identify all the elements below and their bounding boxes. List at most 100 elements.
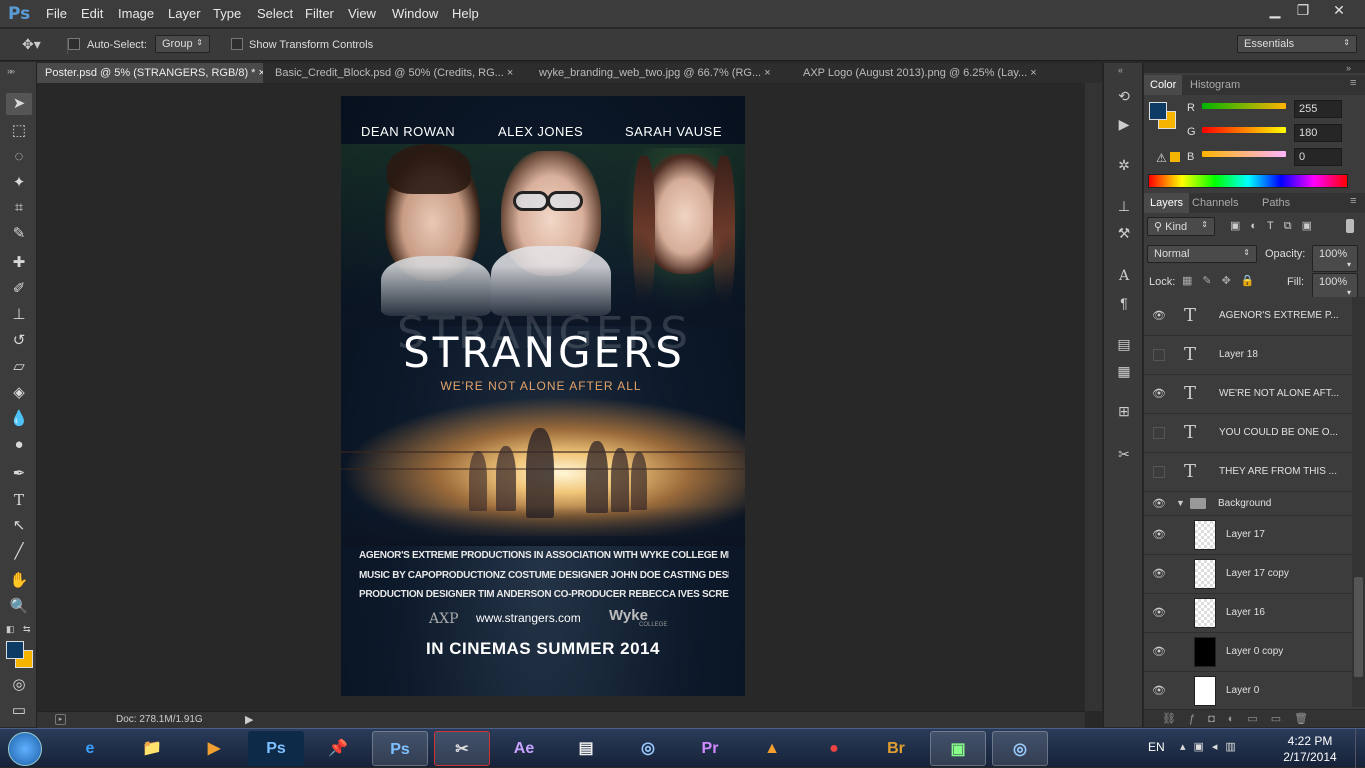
taskbar-photoshop-open-icon[interactable]: Ps <box>372 731 428 766</box>
tab-close-icon[interactable]: × <box>507 67 513 79</box>
tab-axp-logo[interactable]: AXP Logo (August 2013).png @ 6.25% (Lay.… <box>795 63 1057 83</box>
healing-brush-icon[interactable]: ✚ <box>6 252 32 274</box>
taskbar-safari-icon[interactable]: ◎ <box>620 731 676 766</box>
taskbar-pin-icon[interactable]: 📌 <box>310 731 366 766</box>
filter-type-icons[interactable]: ▣◐T⧉▣ <box>1230 219 1322 233</box>
gamut-warning-icon[interactable]: ⚠ <box>1156 151 1167 165</box>
collapse-icon[interactable]: « <box>1118 65 1123 75</box>
zoom-tool-icon[interactable]: 🔍 <box>6 596 32 618</box>
blur-tool-icon[interactable]: 💧 <box>6 408 32 430</box>
tab-histogram[interactable]: Histogram <box>1184 75 1246 95</box>
filter-toggle-icon[interactable] <box>1346 219 1354 233</box>
tab-close-icon[interactable]: × <box>259 67 263 79</box>
menu-image[interactable]: Image <box>118 6 154 21</box>
taskbar-aftereffects-icon[interactable]: Ae <box>496 731 552 766</box>
gamut-swatch[interactable] <box>1170 152 1180 162</box>
panel-menu-icon[interactable]: ≡ <box>1350 195 1356 207</box>
minimize-button[interactable]: ▁ <box>1260 2 1290 20</box>
status-arrow-icon[interactable]: ▶ <box>245 713 253 726</box>
taskbar-media-icon[interactable]: ▶ <box>186 731 242 766</box>
layer-row[interactable]: 👁 Layer 16 <box>1144 594 1352 633</box>
menu-file[interactable]: File <box>46 6 67 21</box>
notes-icon[interactable]: ▦ <box>1114 363 1134 383</box>
menu-window[interactable]: Window <box>392 6 438 21</box>
marquee-tool-icon[interactable]: ⬚ <box>6 120 32 142</box>
transform-controls-checkbox[interactable] <box>231 38 243 51</box>
layer-row[interactable]: 👁 Layer 17 copy <box>1144 555 1352 594</box>
panel-menu-icon[interactable]: ≡ <box>1350 77 1356 89</box>
lasso-tool-icon[interactable]: ◌ <box>6 146 32 168</box>
actions-icon[interactable]: ▶ <box>1114 116 1134 136</box>
menu-filter[interactable]: Filter <box>305 6 334 21</box>
taskbar-premiere-icon[interactable]: Pr <box>682 731 738 766</box>
taskbar-photoshop-icon[interactable]: Ps <box>248 731 304 766</box>
visibility-eye-icon[interactable]: 👁 <box>1152 309 1166 323</box>
workspace-dropdown[interactable]: Essentials ⇕ <box>1237 35 1357 53</box>
layer-action-icons[interactable]: ⛓ƒ◘◐▭▭🗑 <box>1162 712 1321 725</box>
color-spectrum[interactable] <box>1148 174 1348 188</box>
pen-tool-icon[interactable]: ✒ <box>6 463 32 485</box>
type-tool-icon[interactable]: T <box>6 489 32 511</box>
default-colors-icon[interactable]: ◧ <box>6 624 15 635</box>
tabs-collapse-icon[interactable]: » <box>7 66 12 76</box>
auto-select-checkbox[interactable] <box>68 38 80 51</box>
brush-presets-icon[interactable]: ✲ <box>1114 157 1134 177</box>
taskbar-explorer-icon[interactable]: 📁 <box>124 731 180 766</box>
visibility-eye-icon[interactable]: 👁 <box>1152 528 1166 542</box>
history-icon[interactable]: ⟲ <box>1114 88 1134 108</box>
taskbar-chrome-icon[interactable]: ● <box>806 731 862 766</box>
taskbar-notepad-icon[interactable]: ▤ <box>558 731 614 766</box>
history-brush-icon[interactable]: ↺ <box>6 330 32 352</box>
b-value[interactable]: 0 <box>1294 148 1342 166</box>
clone-stamp-icon[interactable]: ⊥ <box>6 304 32 326</box>
menu-view[interactable]: View <box>348 6 376 21</box>
collapse-panels-icon[interactable]: » <box>1346 63 1351 73</box>
visibility-off-box[interactable] <box>1153 466 1165 478</box>
layer-row[interactable]: T YOU COULD BE ONE O... <box>1144 414 1352 453</box>
close-button[interactable]: ✕ <box>1324 2 1354 20</box>
language-indicator[interactable]: EN <box>1148 740 1165 754</box>
b-slider[interactable] <box>1202 151 1286 157</box>
scroll-thumb[interactable] <box>1354 577 1363 677</box>
g-slider[interactable] <box>1202 127 1286 133</box>
tab-layers[interactable]: Layers <box>1144 193 1190 213</box>
visibility-eye-icon[interactable]: 👁 <box>1152 684 1166 698</box>
layer-row[interactable]: 👁 Layer 17 <box>1144 516 1352 555</box>
layer-row[interactable]: T Layer 18 <box>1144 336 1352 375</box>
screen-mode-icon[interactable]: ▭ <box>6 700 32 722</box>
dodge-tool-icon[interactable]: ● <box>6 434 32 456</box>
r-slider[interactable] <box>1202 103 1286 109</box>
visibility-eye-icon[interactable]: 👁 <box>1152 567 1166 581</box>
status-menu-icon[interactable]: ▸ <box>55 714 66 725</box>
tool-presets-icon[interactable]: ⚒ <box>1114 225 1134 245</box>
visibility-eye-icon[interactable]: 👁 <box>1152 645 1166 659</box>
toolbar-collapse-icon[interactable]: » <box>0 62 37 90</box>
visibility-off-box[interactable] <box>1153 427 1165 439</box>
tab-close-icon[interactable]: × <box>1030 67 1036 79</box>
layer-row[interactable]: T THEY ARE FROM THIS ... <box>1144 453 1352 492</box>
menu-help[interactable]: Help <box>452 6 479 21</box>
brush-tool-icon[interactable]: ✐ <box>6 278 32 300</box>
taskbar-snipping-icon[interactable]: ✂ <box>434 731 490 766</box>
paragraph-icon[interactable]: ¶ <box>1114 295 1134 315</box>
color-fg-swatch[interactable] <box>1149 102 1167 120</box>
taskbar-safari-open-icon[interactable]: ◎ <box>992 731 1048 766</box>
visibility-eye-icon[interactable]: 👁 <box>1152 606 1166 620</box>
start-button[interactable] <box>8 732 42 766</box>
properties-icon[interactable]: ✂ <box>1114 446 1134 466</box>
fill-input[interactable]: 100% ▾ <box>1312 273 1358 300</box>
g-value[interactable]: 180 <box>1294 124 1342 142</box>
layer-row[interactable]: 👁 T WE'RE NOT ALONE AFT... <box>1144 375 1352 414</box>
foreground-color-swatch[interactable] <box>6 641 24 659</box>
tab-poster[interactable]: Poster.psd @ 5% (STRANGERS, RGB/8) * × <box>37 63 263 83</box>
show-desktop-button[interactable] <box>1355 729 1365 768</box>
eyedropper-icon[interactable]: ✎ <box>6 223 32 245</box>
taskbar-bridge-icon[interactable]: Br <box>868 731 924 766</box>
menu-layer[interactable]: Layer <box>168 6 201 21</box>
swap-colors-icon[interactable]: ⇆ <box>23 624 31 635</box>
auto-select-dropdown[interactable]: Group ⇕ <box>155 35 210 53</box>
move-tool-preset-icon[interactable]: ✥▾ <box>22 36 41 53</box>
info-icon[interactable]: ▤ <box>1114 336 1134 356</box>
canvas-scrollbar[interactable] <box>1085 83 1102 711</box>
character-icon[interactable]: A <box>1114 268 1134 288</box>
